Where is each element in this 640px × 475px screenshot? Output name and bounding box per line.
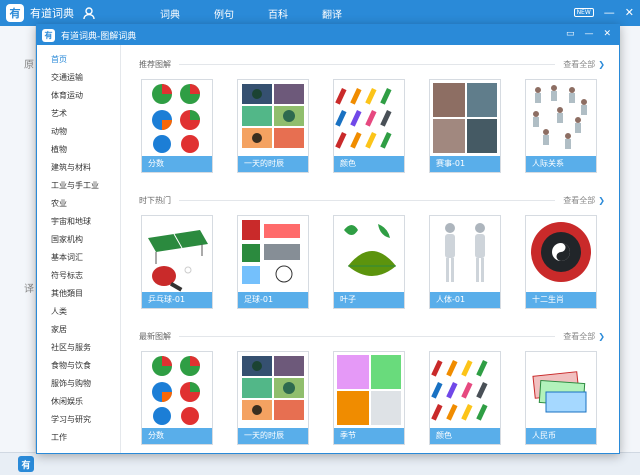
dialog-minimize-button[interactable]: — (584, 29, 593, 39)
sidebar-item-universe[interactable]: 宇宙和地球 (37, 213, 120, 231)
illustration-card[interactable]: 分数 (141, 79, 213, 173)
sidebar-item-community[interactable]: 社区与服务 (37, 339, 120, 357)
background-panel: 原 译 (0, 26, 36, 456)
card-label: 人民币 (526, 428, 596, 444)
youdao-logo-icon: 有 (42, 28, 55, 42)
nav-encyclopedia[interactable]: 百科 (268, 6, 288, 21)
card-label: 人际关系 (526, 156, 596, 172)
illustration-card[interactable]: 赛事-01 (429, 79, 501, 173)
sidebar-item-plants[interactable]: 植物 (37, 141, 120, 159)
illustration-card[interactable]: 乒乓球-01 (141, 215, 213, 309)
view-all-link[interactable]: 查看全部 ❯ (563, 195, 605, 206)
illustration-card[interactable]: 叶子 (333, 215, 405, 309)
section-title: 推荐图解 (139, 59, 171, 69)
section-divider (179, 199, 556, 201)
sidebar-item-agriculture[interactable]: 农业 (37, 195, 120, 213)
category-sidebar: 首页 交通运输 体育运动 艺术 动物 植物 建筑与材料 工业与手工业 农业 宇宙… (37, 45, 121, 453)
illustration-card[interactable]: 一天的时辰 (237, 351, 309, 445)
card-label: 一天的时辰 (238, 428, 308, 444)
illustration-card[interactable]: 颜色 (333, 79, 405, 173)
section-divider (179, 335, 556, 337)
sidebar-item-clothing[interactable]: 服饰与购物 (37, 375, 120, 393)
dialog-window-controls: ▭ — ✕ (566, 29, 611, 39)
app-minimize-button[interactable]: — (604, 6, 615, 19)
chevron-right-icon: ❯ (598, 59, 605, 69)
sidebar-item-basic-words[interactable]: 基本词汇 (37, 249, 120, 267)
dialog-menu-button[interactable]: ▭ (566, 29, 575, 39)
card-label: 足球-01 (238, 292, 308, 308)
nav-dictionary[interactable]: 词典 (160, 6, 180, 21)
card-label: 颜色 (430, 428, 500, 444)
sidebar-item-architecture[interactable]: 建筑与材料 (37, 159, 120, 177)
card-label: 叶子 (334, 292, 404, 308)
mini-mode-badge[interactable]: NEW (573, 8, 594, 17)
section-header-trending: 时下热门 查看全部 ❯ (139, 193, 605, 207)
illustration-card[interactable]: 颜色 (429, 351, 501, 445)
dialog-close-button[interactable]: ✕ (603, 29, 611, 39)
card-label: 十二生肖 (526, 292, 596, 308)
view-all-link[interactable]: 查看全部 ❯ (563, 59, 605, 70)
sidebar-item-animals[interactable]: 动物 (37, 123, 120, 141)
section-title: 最新图解 (139, 331, 171, 341)
dialog-title: 有道词典-图解词典 (61, 31, 137, 42)
background-text: 原 (24, 60, 34, 71)
illustration-card[interactable]: 人民币 (525, 351, 597, 445)
user-icon[interactable] (82, 6, 96, 20)
dialog-title-bar: 有 有道词典-图解词典 ▭ — ✕ (37, 25, 619, 45)
app-window-controls: NEW — ✕ (573, 6, 634, 19)
sidebar-item-leisure[interactable]: 休闲娱乐 (37, 393, 120, 411)
illustration-card[interactable]: 十二生肖 (525, 215, 597, 309)
illustration-card[interactable]: 一天的时辰 (237, 79, 309, 173)
content-area: 推荐图解 查看全部 ❯ 分数 一天的时辰 颜色 赛事-01 人际关系 时下热门 查看全部 ❯… (121, 45, 619, 453)
view-all-label: 查看全部 (563, 331, 596, 341)
app-title-bar: 有 有道词典 词典 例句 百科 翻译 NEW — ✕ (0, 0, 640, 26)
chevron-right-icon: ❯ (598, 195, 605, 205)
app-title: 有道词典 (30, 7, 74, 20)
section-header-latest: 最新图解 查看全部 ❯ (139, 329, 605, 343)
section-divider (179, 63, 556, 65)
sidebar-item-sports[interactable]: 体育运动 (37, 87, 120, 105)
card-label: 颜色 (334, 156, 404, 172)
sidebar-item-art[interactable]: 艺术 (37, 105, 120, 123)
view-all-link[interactable]: 查看全部 ❯ (563, 331, 605, 342)
youdao-small-logo-icon: 有 (18, 456, 34, 472)
section-header-recommended: 推荐图解 查看全部 ❯ (139, 57, 605, 71)
view-all-label: 查看全部 (563, 195, 596, 205)
illustration-card[interactable]: 人际关系 (525, 79, 597, 173)
card-label: 一天的时辰 (238, 156, 308, 172)
sidebar-item-home[interactable]: 首页 (37, 51, 120, 69)
section-title: 时下热门 (139, 195, 171, 205)
app-nav: 词典 例句 百科 翻译 (160, 0, 342, 26)
sidebar-item-study[interactable]: 学习与研究 (37, 411, 120, 429)
sidebar-item-transport[interactable]: 交通运输 (37, 69, 120, 87)
sidebar-item-other[interactable]: 其他類目 (37, 285, 120, 303)
nav-translate[interactable]: 翻译 (322, 6, 342, 21)
app-close-button[interactable]: ✕ (625, 6, 634, 19)
card-label: 赛事-01 (430, 156, 500, 172)
background-bottom-bar: 有 (0, 452, 640, 475)
card-label: 分数 (142, 156, 212, 172)
sidebar-item-human[interactable]: 人类 (37, 303, 120, 321)
background-right-panel (620, 26, 640, 452)
sidebar-item-symbols[interactable]: 符号标志 (37, 267, 120, 285)
illustration-card[interactable]: 季节 (333, 351, 405, 445)
sidebar-item-home-living[interactable]: 家居 (37, 321, 120, 339)
card-label: 人体-01 (430, 292, 500, 308)
illustration-card[interactable]: 分数 (141, 351, 213, 445)
sidebar-item-work[interactable]: 工作 (37, 429, 120, 447)
chevron-right-icon: ❯ (598, 331, 605, 341)
nav-examples[interactable]: 例句 (214, 6, 234, 21)
sidebar-item-industry[interactable]: 工业与手工业 (37, 177, 120, 195)
card-label: 分数 (142, 428, 212, 444)
sidebar-item-government[interactable]: 国家机构 (37, 231, 120, 249)
sidebar-item-food[interactable]: 食物与饮食 (37, 357, 120, 375)
youdao-logo-icon: 有 (6, 4, 24, 22)
card-label: 乒乓球-01 (142, 292, 212, 308)
illustration-card[interactable]: 足球-01 (237, 215, 309, 309)
illustration-card[interactable]: 人体-01 (429, 215, 501, 309)
background-text: 译 (24, 284, 34, 295)
view-all-label: 查看全部 (563, 59, 596, 69)
card-label: 季节 (334, 428, 404, 444)
illustrated-dictionary-dialog: 有 有道词典-图解词典 ▭ — ✕ 首页 交通运输 体育运动 艺术 动物 植物 … (36, 24, 620, 454)
